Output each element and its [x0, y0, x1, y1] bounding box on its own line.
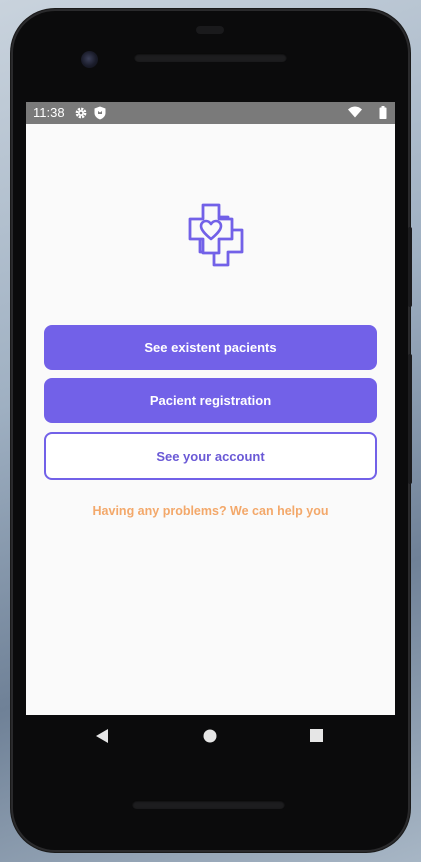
- bottom-speaker: [132, 800, 285, 809]
- see-patients-button[interactable]: See existent pacients: [44, 325, 377, 370]
- see-patients-button-label: See existent pacients: [144, 340, 277, 355]
- wifi-icon: [348, 106, 362, 121]
- back-triangle-icon[interactable]: [95, 728, 109, 749]
- status-bar: 11:38: [26, 102, 395, 124]
- volume-button: [408, 354, 412, 484]
- recents-square-icon[interactable]: [310, 729, 323, 747]
- app-screen: 11:38 See existent pacients Pacient regi…: [26, 102, 395, 715]
- front-camera: [81, 51, 98, 68]
- home-circle-icon[interactable]: [203, 729, 217, 748]
- account-button[interactable]: See your account: [44, 432, 377, 480]
- shield-icon: [94, 106, 106, 123]
- account-button-label: See your account: [156, 448, 265, 464]
- help-link[interactable]: Having any problems? We can help you: [26, 504, 395, 518]
- status-time: 11:38: [33, 105, 65, 120]
- power-button: [408, 227, 412, 307]
- earpiece: [196, 26, 224, 34]
- gear-icon: [74, 106, 88, 123]
- registration-button[interactable]: Pacient registration: [44, 378, 377, 423]
- medical-cross-heart-icon: [180, 199, 250, 269]
- top-speaker: [134, 53, 287, 62]
- registration-button-label: Pacient registration: [149, 393, 272, 408]
- navigation-bar: [26, 715, 395, 760]
- battery-icon: [379, 106, 387, 122]
